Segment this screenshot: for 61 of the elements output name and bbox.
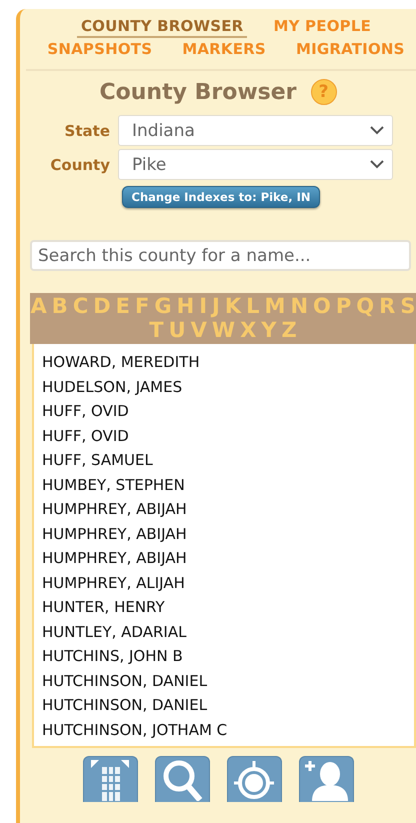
name-item[interactable]: HUMPHREY, ALIJAH xyxy=(42,570,414,595)
letter-link[interactable]: E xyxy=(116,294,130,318)
tool-button[interactable] xyxy=(154,756,210,802)
name-item[interactable]: HUTCHINSON, DANIEL xyxy=(42,693,414,718)
name-item[interactable]: HOWARD, MEREDITH xyxy=(42,350,414,374)
letter-link[interactable]: V xyxy=(190,318,207,342)
letter-link[interactable]: K xyxy=(224,294,242,318)
name-item[interactable]: HUMPHREY, ABIJAH xyxy=(42,522,414,546)
help-icon[interactable]: ? xyxy=(310,79,337,105)
nav-tab[interactable]: MARKERS xyxy=(178,40,270,61)
letter-link[interactable]: A xyxy=(30,294,47,318)
nav-tab[interactable]: MIGRATIONS xyxy=(292,40,409,61)
letter-link[interactable]: T xyxy=(149,318,164,342)
letter-link[interactable]: G xyxy=(154,294,172,318)
field-label: County xyxy=(49,156,111,174)
letter-link[interactable]: X xyxy=(240,318,256,342)
letter-link[interactable]: O xyxy=(313,294,331,318)
letter-link[interactable]: P xyxy=(336,294,352,318)
name-item[interactable]: HUTCHINS, JOHN B xyxy=(42,644,414,668)
name-item[interactable]: HUDELSON, JAMES xyxy=(42,374,414,399)
letter-link[interactable]: M xyxy=(264,294,286,318)
nav-tab[interactable]: SNAPSHOTS xyxy=(43,40,156,61)
nav-tab[interactable]: COUNTY BROWSER xyxy=(76,17,248,38)
name-item[interactable]: HUFF, OVID xyxy=(42,424,414,448)
tool-button[interactable] xyxy=(226,756,282,802)
dropdown[interactable]: Indiana xyxy=(118,115,393,146)
name-item[interactable]: HUFF, OVID xyxy=(42,399,414,424)
tool-button[interactable] xyxy=(82,756,138,802)
letter-link[interactable]: Z xyxy=(282,318,297,342)
name-item[interactable]: HUTCHINSON, DANIEL xyxy=(42,668,414,693)
letter-link[interactable]: Y xyxy=(261,318,276,342)
name-item[interactable]: HUMPHREY, ABIJAH xyxy=(42,497,414,522)
dropdown[interactable]: Pike xyxy=(118,149,393,180)
letter-link[interactable]: R xyxy=(379,294,396,318)
letter-link[interactable]: W xyxy=(212,318,236,342)
name-item[interactable]: HUMPHREY, ABIJAH xyxy=(42,546,414,570)
letter-link[interactable]: B xyxy=(52,294,68,318)
letter-link[interactable]: D xyxy=(93,294,111,318)
name-item[interactable]: HUNTLEY, ADARIAL xyxy=(42,620,414,644)
panel-title: County Browser xyxy=(99,80,297,104)
name-item[interactable]: HUTCHINSON, JOTHAM C xyxy=(42,718,414,742)
letter-link[interactable]: S xyxy=(400,294,416,318)
change-indexes-button[interactable]: Change Indexes to: Pike, IN xyxy=(122,186,320,208)
tool-button[interactable] xyxy=(298,756,354,802)
chevron-icon xyxy=(370,160,384,169)
letter-link[interactable]: F xyxy=(135,294,150,318)
name-item[interactable]: HUFF, SAMUEL xyxy=(42,448,414,472)
letter-link[interactable]: U xyxy=(168,318,186,342)
chevron-icon xyxy=(370,126,384,135)
letter-link[interactable]: J xyxy=(212,294,220,318)
letter-link[interactable]: N xyxy=(290,294,308,318)
nav-tab[interactable]: MY PEOPLE xyxy=(269,17,376,38)
name-item[interactable]: HUNTER, HENRY xyxy=(42,595,414,620)
letter-link[interactable]: Q xyxy=(356,294,374,318)
letter-link[interactable]: C xyxy=(72,294,88,318)
search-field[interactable]: Search this county for a name... xyxy=(30,240,411,271)
field-label: State xyxy=(64,122,111,140)
letter-link[interactable]: I xyxy=(199,294,208,318)
letter-link[interactable]: H xyxy=(176,294,194,318)
letter-link[interactable]: L xyxy=(246,294,260,318)
name-item[interactable]: HUMBEY, STEPHEN xyxy=(42,472,414,497)
